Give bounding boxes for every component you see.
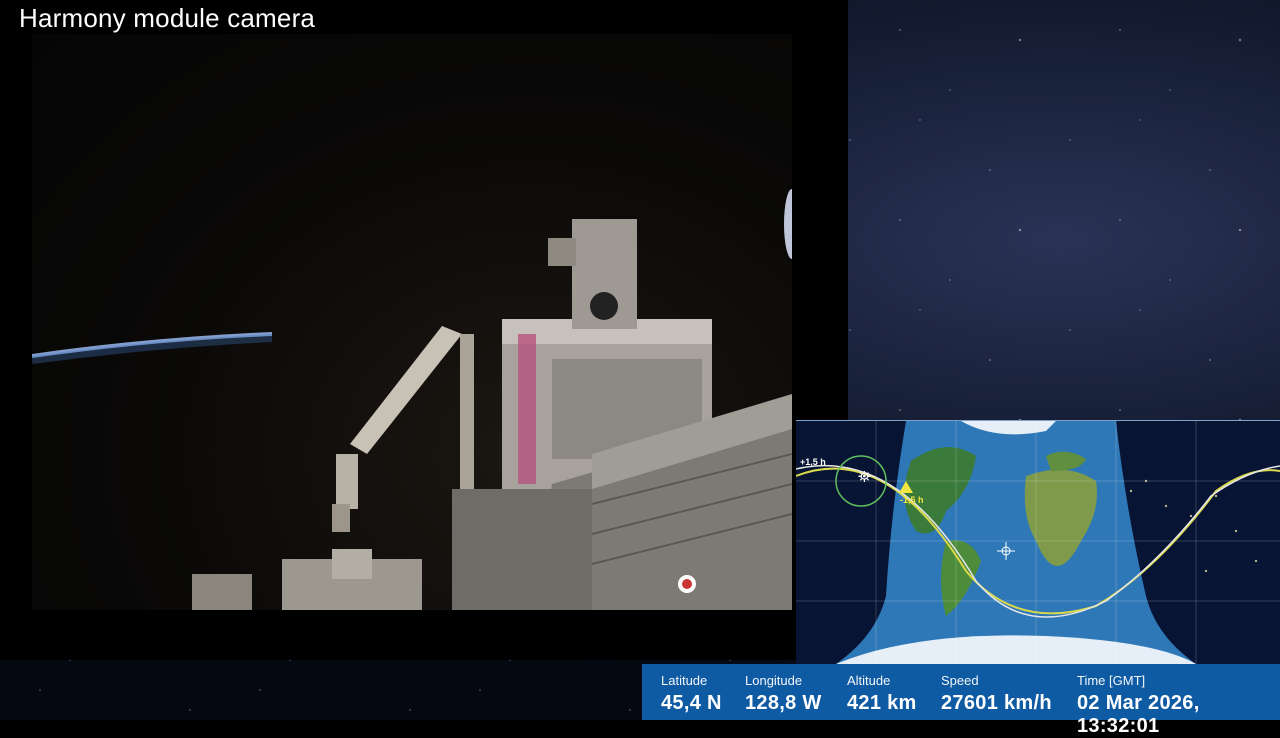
latitude-group: Latitude 45,4 N <box>661 664 722 715</box>
speed-label: Speed <box>941 673 979 688</box>
orbit-minus-label: -1,5 h <box>900 495 924 505</box>
speed-value: 27601 km/h <box>941 692 1052 714</box>
world-map-tracker[interactable]: +1,5 h -1,5 h ⛯ <box>795 420 1280 664</box>
altitude-value: 421 km <box>847 692 917 714</box>
camera-scene <box>32 189 792 610</box>
longitude-value: 128,8 W <box>745 692 822 714</box>
orbit-plus-label: +1,5 h <box>800 457 826 467</box>
time-label: Time [GMT] <box>1077 673 1146 688</box>
camera-feed[interactable] <box>32 34 792 610</box>
altitude-label: Altitude <box>847 673 891 688</box>
telemetry-bar: Latitude 45,4 N Longitude 128,8 W Altitu… <box>642 664 1280 737</box>
longitude-label: Longitude <box>745 673 803 688</box>
speed-group: Speed 27601 km/h <box>941 664 1052 715</box>
camera-title: Harmony module camera <box>19 3 316 33</box>
iss-icon: ⛯ <box>858 469 871 486</box>
time-group: Time [GMT] 02 Mar 2026, 13:32:01 <box>1077 664 1280 738</box>
time-value: 02 Mar 2026, 13:32:01 <box>1077 692 1200 737</box>
latitude-label: Latitude <box>661 673 708 688</box>
latitude-value: 45,4 N <box>661 692 722 714</box>
camera-video-panel[interactable]: Harmony module camera <box>0 0 848 660</box>
longitude-group: Longitude 128,8 W <box>745 664 822 715</box>
ground-track-map <box>795 421 1280 664</box>
altitude-group: Altitude 421 km <box>847 664 917 715</box>
